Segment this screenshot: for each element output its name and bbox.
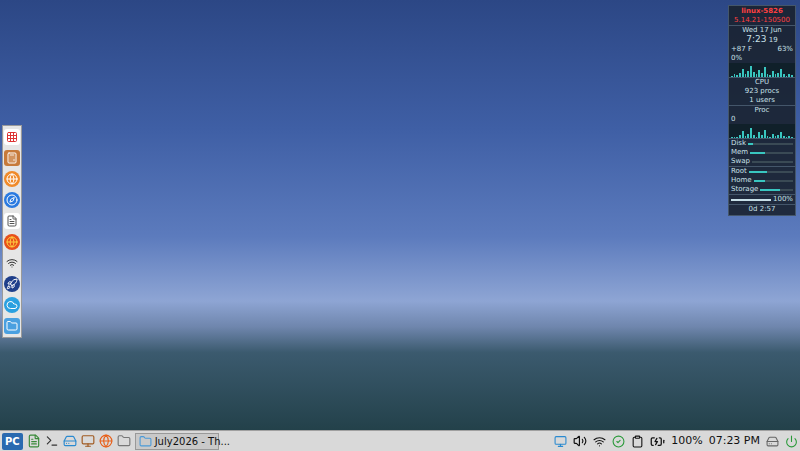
volume-icon[interactable] bbox=[573, 434, 587, 448]
conky-sensors: +87 F63% bbox=[729, 45, 795, 54]
taskbar: PC July2026 - Th... 100% 07:23 PM bbox=[0, 430, 800, 451]
cpu-usage: 0% bbox=[729, 54, 795, 63]
wallpaper: linux-58265.14.21-150500Wed 17 Jun7:23 1… bbox=[0, 0, 800, 430]
launcher bbox=[27, 434, 131, 448]
editor-icon[interactable] bbox=[27, 434, 41, 448]
conky-widget: linux-58265.14.21-150500Wed 17 Jun7:23 1… bbox=[728, 5, 796, 216]
volume: 100% bbox=[729, 194, 795, 204]
proc-label: Proc bbox=[729, 105, 795, 115]
folder-icon[interactable] bbox=[117, 434, 131, 448]
battery-icon bbox=[650, 434, 665, 449]
update-icon[interactable] bbox=[612, 435, 625, 448]
conky-host: linux-5826 bbox=[729, 7, 795, 16]
apps-icon[interactable] bbox=[4, 129, 20, 145]
system-tray: 100% 07:23 PM bbox=[554, 433, 798, 450]
window-button[interactable]: July2026 - Th... bbox=[135, 433, 219, 450]
document-icon[interactable] bbox=[4, 213, 20, 229]
calculator-icon[interactable] bbox=[4, 150, 20, 166]
users: 1 users bbox=[729, 96, 795, 105]
terminal-icon[interactable] bbox=[45, 434, 59, 448]
filesystem-meter: Home bbox=[729, 176, 795, 185]
drive-icon[interactable] bbox=[766, 435, 779, 448]
start-button[interactable]: PC bbox=[2, 433, 23, 450]
resource-meter: Swap bbox=[729, 157, 795, 166]
proc-graph bbox=[729, 124, 795, 138]
browser-icon[interactable] bbox=[4, 171, 20, 187]
battery-percent: 100% bbox=[671, 433, 702, 450]
compass-icon[interactable] bbox=[4, 192, 20, 208]
network-icon[interactable] bbox=[4, 255, 20, 271]
clipboard-icon[interactable] bbox=[631, 435, 644, 448]
wifi-icon[interactable] bbox=[593, 435, 606, 448]
filesystem-meter: Storage bbox=[729, 185, 795, 194]
conky-date: Wed 17 Jun bbox=[729, 25, 795, 35]
monitor-icon[interactable] bbox=[81, 434, 95, 448]
resource-meter: Disk bbox=[729, 139, 795, 148]
cpu-label: CPU bbox=[729, 77, 795, 87]
filesystem-meter: Root bbox=[729, 167, 795, 176]
desktop: linux-58265.14.21-150500Wed 17 Jun7:23 1… bbox=[0, 0, 800, 451]
display-icon[interactable] bbox=[554, 435, 567, 448]
cloud-icon[interactable] bbox=[4, 297, 20, 313]
folder-icon[interactable] bbox=[4, 318, 20, 334]
proc-value: 0 bbox=[729, 115, 795, 124]
power-icon[interactable] bbox=[785, 435, 798, 448]
clock[interactable]: 07:23 PM bbox=[709, 433, 760, 450]
files-icon[interactable] bbox=[63, 434, 77, 448]
firefox-icon[interactable] bbox=[4, 234, 20, 250]
conky-time: 7:23 19 bbox=[729, 35, 795, 45]
uptime: 0d 2:57 bbox=[729, 204, 795, 214]
conky-kernel: 5.14.21-150500 bbox=[729, 16, 795, 25]
cpu-graph bbox=[729, 63, 795, 77]
resource-meter: Mem bbox=[729, 148, 795, 157]
rocket-icon[interactable] bbox=[4, 276, 20, 292]
procs: 923 procs bbox=[729, 87, 795, 96]
firefox-icon[interactable] bbox=[99, 434, 113, 448]
dock bbox=[2, 125, 22, 338]
